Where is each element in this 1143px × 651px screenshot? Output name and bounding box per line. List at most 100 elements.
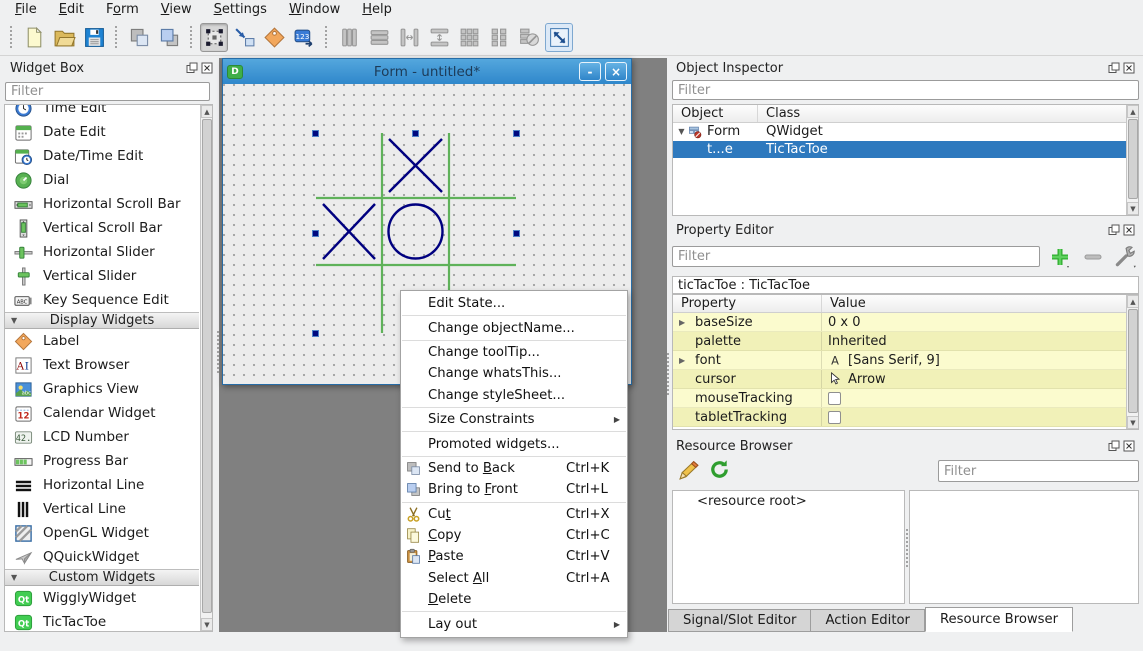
tree-expand-icon[interactable]: ▼ <box>675 127 688 136</box>
dock-close-button[interactable] <box>201 62 213 74</box>
menu-form[interactable]: Form <box>95 1 150 19</box>
widget-item-wigglywidget[interactable]: QtWigglyWidget <box>5 586 199 610</box>
dock-close-button[interactable] <box>1123 440 1135 452</box>
property-value[interactable]: A[Sans Serif, 9] <box>822 353 940 368</box>
toolbar-handle[interactable] <box>114 25 119 49</box>
edit-signals-slots-button[interactable] <box>230 23 258 52</box>
save-form-button[interactable] <box>80 23 108 52</box>
scroll-thumb[interactable] <box>1128 119 1138 199</box>
layout-vertical-button[interactable] <box>335 23 363 52</box>
tab-resource-browser[interactable]: Resource Browser <box>925 607 1073 632</box>
property-configure-button[interactable] <box>1110 245 1140 269</box>
object-inspector-scrollbar[interactable]: ▲▼ <box>1126 105 1139 215</box>
property-value[interactable]: 0 x 0 <box>822 315 861 330</box>
resource-root-item[interactable]: <resource root> <box>673 491 904 509</box>
scroll-up-button[interactable]: ▲ <box>201 105 213 118</box>
bring-to-front-button[interactable] <box>155 23 183 52</box>
context-menu-item-size-constraints[interactable]: Size Constraints▶ <box>401 409 627 430</box>
edit-widgets-button[interactable] <box>200 23 228 52</box>
property-row-palette[interactable]: paletteInherited <box>673 332 1138 351</box>
break-layout-button[interactable] <box>515 23 543 52</box>
object-inspector-columns[interactable]: Object Class <box>673 105 1138 123</box>
widget-item-horizontal-line[interactable]: Horizontal Line <box>5 473 199 497</box>
column-value[interactable]: Value <box>822 295 874 312</box>
widget-item-lcd-number[interactable]: 42.LCD Number <box>5 425 199 449</box>
widget-section-display-widgets[interactable]: ▼Display Widgets <box>5 312 199 329</box>
dock-splitter-right[interactable] <box>666 352 670 396</box>
widget-item-vertical-slider[interactable]: Vertical Slider <box>5 264 199 288</box>
layout-form-button[interactable] <box>485 23 513 52</box>
property-expand-icon[interactable]: ▶ <box>673 318 687 327</box>
toolbar-handle[interactable] <box>189 25 194 49</box>
dock-float-button[interactable] <box>1108 440 1120 452</box>
widget-item-date-time-edit[interactable]: Date/Time Edit <box>5 144 199 168</box>
property-row-tabletTracking[interactable]: tabletTracking <box>673 408 1138 427</box>
menu-view[interactable]: View <box>150 1 203 19</box>
dock-float-button[interactable] <box>186 62 198 74</box>
context-menu-item-copy[interactable]: CopyCtrl+C <box>401 525 627 546</box>
widget-item-progress-bar[interactable]: Progress Bar <box>5 449 199 473</box>
widget-item-text-browser[interactable]: AIText Browser <box>5 353 199 377</box>
widget-item-qquickwidget[interactable]: QQuickWidget <box>5 545 199 569</box>
property-row-baseSize[interactable]: ▶baseSize0 x 0 <box>673 313 1138 332</box>
resource-detail-pane[interactable] <box>909 490 1139 604</box>
context-menu-item-change-objectname[interactable]: Change objectName... <box>401 317 627 338</box>
object-row-t-e[interactable]: t...eTicTacToe <box>673 141 1138 159</box>
property-row-cursor[interactable]: cursorArrow <box>673 370 1138 389</box>
widget-item-key-sequence-edit[interactable]: ABCKey Sequence Edit <box>5 288 199 312</box>
dock-splitter-left[interactable] <box>216 330 220 374</box>
object-row-Form[interactable]: ▼FormQWidget <box>673 123 1138 141</box>
edit-resources-button[interactable] <box>676 458 701 483</box>
widget-item-time-edit[interactable]: Time Edit <box>5 104 199 120</box>
widget-box-filter-input[interactable] <box>5 82 210 101</box>
selection-handle[interactable] <box>312 330 319 337</box>
scroll-down-button[interactable]: ▼ <box>1127 202 1139 215</box>
scroll-thumb[interactable] <box>1128 309 1138 413</box>
widget-item-vertical-line[interactable]: Vertical Line <box>5 497 199 521</box>
property-editor-filter-input[interactable] <box>672 246 1040 267</box>
checkbox-unchecked[interactable] <box>828 411 841 424</box>
context-menu-item-change-stylesheet[interactable]: Change styleSheet... <box>401 385 627 406</box>
context-menu-item-bring-to-front[interactable]: Bring to FrontCtrl+L <box>401 479 627 500</box>
property-row-mouseTracking[interactable]: mouseTracking <box>673 389 1138 408</box>
widget-item-dial[interactable]: Dial <box>5 168 199 192</box>
scroll-down-button[interactable]: ▼ <box>201 618 213 631</box>
property-value[interactable] <box>822 392 841 405</box>
checkbox-unchecked[interactable] <box>828 392 841 405</box>
widget-box-scrollbar[interactable]: ▲▼ <box>200 105 213 631</box>
property-expand-icon[interactable]: ▶ <box>673 356 687 365</box>
widget-item-horizontal-scroll-bar[interactable]: Horizontal Scroll Bar <box>5 192 199 216</box>
reload-resources-button[interactable] <box>708 458 731 481</box>
selection-handle[interactable] <box>412 130 419 137</box>
resource-tree-pane[interactable]: <resource root> <box>672 490 905 604</box>
scroll-down-button[interactable]: ▼ <box>1127 416 1139 429</box>
send-to-back-button[interactable] <box>125 23 153 52</box>
widget-item-tictactoe[interactable]: QtTicTacToe <box>5 610 199 632</box>
property-value[interactable]: Arrow <box>822 372 886 387</box>
menu-edit[interactable]: Edit <box>48 1 95 19</box>
layout-split-vertical-button[interactable] <box>425 23 453 52</box>
resource-browser-filter-input[interactable] <box>938 460 1139 482</box>
context-menu-item-cut[interactable]: CutCtrl+X <box>401 504 627 525</box>
selection-handle[interactable] <box>312 230 319 237</box>
dock-close-button[interactable] <box>1123 224 1135 236</box>
layout-grid-button[interactable] <box>455 23 483 52</box>
tab-action-editor[interactable]: Action Editor <box>811 609 925 632</box>
context-menu-item-change-whatsthis[interactable]: Change whatsThis... <box>401 363 627 384</box>
new-form-button[interactable] <box>20 23 48 52</box>
context-menu-item-promoted-widgets[interactable]: Promoted widgets... <box>401 433 627 454</box>
dock-float-button[interactable] <box>1108 62 1120 74</box>
widget-item-graphics-view[interactable]: abcGraphics View <box>5 377 199 401</box>
property-row-font[interactable]: ▶fontA[Sans Serif, 9] <box>673 351 1138 370</box>
context-menu-item-edit-state[interactable]: Edit State... <box>401 293 627 314</box>
form-titlebar[interactable]: Form - untitled* D - × <box>223 59 631 84</box>
layout-split-horizontal-button[interactable] <box>395 23 423 52</box>
property-value[interactable]: Inherited <box>822 334 887 349</box>
property-columns[interactable]: Property Value <box>673 295 1138 313</box>
layout-horizontal-button[interactable] <box>365 23 393 52</box>
column-object[interactable]: Object <box>673 105 758 122</box>
menu-help[interactable]: Help <box>351 1 403 19</box>
adjust-size-button[interactable] <box>545 23 573 52</box>
dock-close-button[interactable] <box>1123 62 1135 74</box>
widget-item-date-edit[interactable]: Date Edit <box>5 120 199 144</box>
